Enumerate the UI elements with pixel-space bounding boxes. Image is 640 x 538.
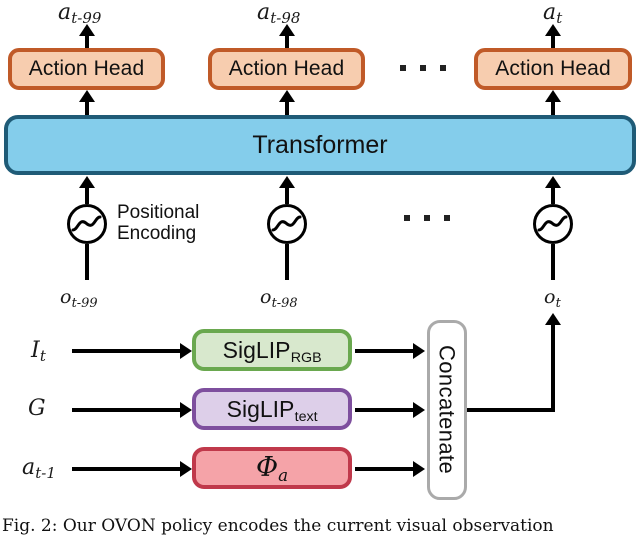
action-head-box-0[interactable]: Action Head xyxy=(8,48,165,90)
arrow-head-head-in-1 xyxy=(279,90,295,102)
ellipsis-action-heads xyxy=(400,65,446,71)
arrow-head-tf-in-0 xyxy=(79,176,95,188)
arrow-shaft-tf-in-1 xyxy=(285,188,289,204)
action-head-label-1: Action Head xyxy=(228,56,345,80)
transformer-label: Transformer xyxy=(252,130,388,159)
sine-wave-icon xyxy=(533,204,573,244)
arrow-shaft-tf-in-2 xyxy=(551,188,555,204)
arrow-shaft-enc-1 xyxy=(355,408,413,412)
siglip-text-label: SigLIPtext xyxy=(226,395,318,425)
sine-wave-icon xyxy=(67,204,107,244)
ellipsis-positional-encoding xyxy=(404,215,450,221)
line-obs-to-pe-1 xyxy=(285,244,289,280)
observation-label-1: ot-98 xyxy=(260,286,298,311)
siglip-rgb-label: SigLIPRGB xyxy=(222,336,322,366)
arrow-shaft-input-0 xyxy=(72,349,180,353)
action-head-box-1[interactable]: Action Head xyxy=(208,48,365,90)
arrow-shaft-input-2 xyxy=(72,467,180,471)
concat-output-vertical xyxy=(551,325,555,410)
line-obs-to-pe-2 xyxy=(551,244,555,280)
concatenate-label: Concatenate xyxy=(434,345,460,475)
action-head-label-0: Action Head xyxy=(28,56,145,80)
action-output-label-2: at xyxy=(543,0,563,28)
positional-encoding-label: Positional Encoding xyxy=(117,202,199,245)
arrow-head-head-in-2 xyxy=(545,90,561,102)
observation-label-0: ot-99 xyxy=(60,286,98,311)
arrow-head-tf-in-1 xyxy=(279,176,295,188)
action-head-box-2[interactable]: Action Head xyxy=(474,48,632,90)
observation-label-2: ot xyxy=(544,286,561,311)
arrow-shaft-input-1 xyxy=(72,408,180,412)
arrow-head-action-0 xyxy=(79,24,95,36)
arrow-shaft-enc-0 xyxy=(355,349,413,353)
encoder-input-label-image: It xyxy=(31,338,46,366)
arrow-head-head-in-0 xyxy=(79,90,95,102)
positional-encoding-line2: Encoding xyxy=(117,223,197,245)
action-output-label-0: at-99 xyxy=(58,0,102,28)
encoder-input-label-goal: G xyxy=(28,396,46,421)
action-embed-box[interactable]: Φa xyxy=(192,447,352,489)
positional-encoding-line1: Positional xyxy=(117,202,200,223)
arrow-head-input-2 xyxy=(180,461,192,477)
arrow-head-enc-1 xyxy=(413,402,425,418)
arrow-shaft-tf-in-0 xyxy=(85,188,89,204)
concat-output-horizontal xyxy=(467,408,555,412)
arrow-head-enc-2 xyxy=(413,461,425,477)
arrow-head-input-0 xyxy=(180,343,192,359)
concatenate-box[interactable]: Concatenate xyxy=(427,320,467,500)
arrow-head-action-2 xyxy=(545,24,561,36)
arrow-head-tf-in-2 xyxy=(545,176,561,188)
action-head-label-2: Action Head xyxy=(495,56,611,80)
arrow-shaft-enc-2 xyxy=(355,467,413,471)
arrow-head-action-1 xyxy=(279,24,295,36)
action-embed-label: Φa xyxy=(255,451,289,485)
arrow-head-concat-output xyxy=(545,313,561,325)
arrow-head-input-1 xyxy=(180,402,192,418)
line-obs-to-pe-0 xyxy=(85,244,89,280)
siglip-rgb-box[interactable]: SigLIPRGB xyxy=(192,329,352,371)
transformer-box[interactable]: Transformer xyxy=(4,115,636,175)
arrow-head-enc-0 xyxy=(413,343,425,359)
siglip-text-box[interactable]: SigLIPtext xyxy=(192,388,352,430)
figure-canvas: at-99 at-98 at Action Head Action Head A… xyxy=(0,0,640,538)
figure-caption: Fig. 2: Our OVON policy encodes the curr… xyxy=(2,516,554,536)
encoder-input-label-prev-action: at-1 xyxy=(22,455,56,483)
sine-wave-icon xyxy=(267,204,307,244)
action-output-label-1: at-98 xyxy=(257,0,301,28)
